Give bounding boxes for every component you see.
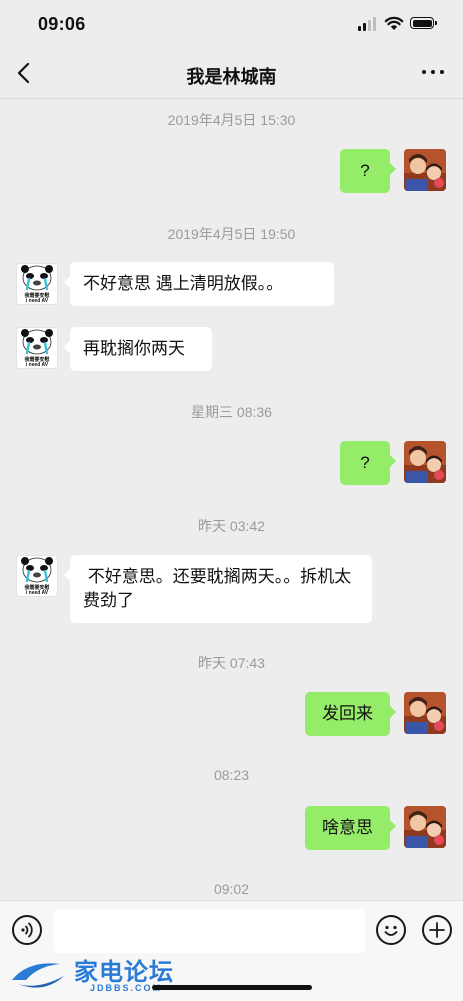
timestamp: 昨天 03:42 — [198, 518, 265, 534]
battery-icon — [410, 17, 437, 29]
more-dots-icon[interactable] — [421, 70, 445, 76]
timestamp: 08:23 — [213, 767, 250, 783]
timestamp: 09:02 — [213, 881, 250, 897]
my-avatar[interactable] — [404, 441, 446, 483]
plus-icon[interactable] — [422, 915, 452, 945]
my-avatar[interactable] — [404, 149, 446, 191]
contact-avatar[interactable]: 我需要安慰 i need AV — [16, 263, 58, 305]
chat-title: 我是林城南 — [186, 67, 277, 87]
message-bubble-contact[interactable]: 不好意思 遇上清明放假。。 — [64, 262, 334, 306]
voice-icon[interactable] — [12, 915, 42, 945]
cellular-signal-icon — [358, 17, 378, 31]
photo-avatar-image — [404, 441, 446, 483]
my-avatar[interactable] — [404, 806, 446, 848]
message-input[interactable] — [54, 909, 365, 953]
photo-avatar-image — [404, 806, 446, 848]
photo-avatar-image — [404, 149, 446, 191]
my-avatar[interactable] — [404, 692, 446, 734]
message-bubble-me[interactable]: ? — [340, 149, 396, 193]
timestamp: 昨天 07:43 — [198, 655, 265, 671]
message-bubble-me[interactable]: ? — [340, 441, 396, 485]
timestamp: 星期三 08:36 — [191, 404, 272, 420]
watermark-text: 家电论坛 — [74, 959, 174, 986]
avatar-caption: i need AV — [25, 298, 49, 304]
chat-header: 我是林城南 — [0, 48, 463, 99]
avatar-caption: i need AV — [25, 590, 49, 596]
wifi-icon — [384, 16, 404, 30]
timestamp: 2019年4月5日 19:50 — [167, 226, 296, 242]
timestamp: 2019年4月5日 15:30 — [167, 112, 296, 128]
swoosh-logo-icon — [12, 963, 64, 988]
status-bar: 09:06 — [0, 0, 463, 48]
avatar-caption: i need AV — [25, 362, 49, 368]
message-bubble-contact[interactable]: 再耽搁你两天 — [64, 327, 212, 371]
emoji-icon[interactable] — [376, 915, 406, 945]
message-bubble-me[interactable]: 啥意思 — [305, 806, 396, 850]
contact-avatar[interactable]: 我需要安慰 i need AV — [16, 555, 58, 597]
photo-avatar-image — [404, 692, 446, 734]
message-bubble-me[interactable]: 发回来 — [305, 692, 396, 736]
status-time: 09:06 — [38, 14, 86, 34]
home-indicator[interactable] — [152, 985, 312, 990]
message-bubble-contact[interactable]: 不好意思。还要耽搁两天。。拆机太费劲了 — [64, 555, 372, 623]
contact-avatar[interactable]: 我需要安慰 i need AV — [16, 327, 58, 369]
